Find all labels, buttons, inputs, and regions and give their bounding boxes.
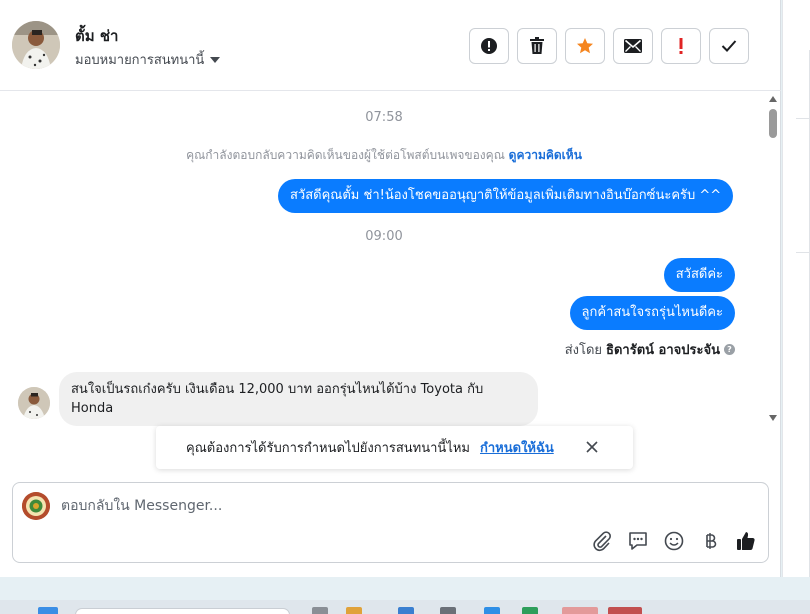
messenger-conversation-panel: ตั้ม ช่า มอบหมายการสนทนานี้ 07:58 คุณกำล… <box>0 0 781 577</box>
sent-by-line: ส่งโดย ธิดารัตน์ อาจประจัน ? <box>565 339 735 360</box>
help-icon[interactable]: ? <box>724 344 735 355</box>
taskbar-app-icon[interactable] <box>398 607 414 614</box>
outgoing-message: ลูกค้าสนใจรถรุ่นไหนดีคะ <box>569 296 735 330</box>
message-composer <box>12 482 769 563</box>
envelope-icon <box>624 39 642 53</box>
page-avatar <box>22 492 50 520</box>
divider <box>796 118 810 119</box>
notice-text: คุณกำลังตอบกลับความคิดเห็นของผู้ใช้ต่อโพ… <box>186 148 505 162</box>
assign-prompt-text: คุณต้องการได้รับการกำหนดไปยังการสนทนานี้… <box>186 441 470 456</box>
taskbar-app-icon[interactable] <box>440 607 456 614</box>
scroll-down-arrow-icon[interactable] <box>769 415 777 421</box>
scroll-thumb[interactable] <box>769 109 777 138</box>
timestamp: 09:00 <box>365 229 403 244</box>
caret-down-icon <box>210 56 221 63</box>
star-icon <box>577 38 593 54</box>
scroll-up-arrow-icon[interactable] <box>769 96 777 102</box>
taskbar-app-icon[interactable] <box>484 607 500 614</box>
close-icon[interactable] <box>585 440 599 454</box>
taskbar-app-icon[interactable] <box>312 607 328 614</box>
spam-button[interactable] <box>469 28 509 64</box>
baht-icon[interactable] <box>698 529 722 553</box>
outgoing-message: สวัสดีค่ะ <box>663 258 735 292</box>
timestamp: 07:58 <box>365 110 403 125</box>
like-icon[interactable] <box>734 529 758 553</box>
start-icon[interactable] <box>38 607 58 614</box>
saved-reply-icon[interactable] <box>626 529 650 553</box>
mark-unread-button[interactable] <box>613 28 653 64</box>
thread-scrollbar[interactable] <box>768 92 780 428</box>
incoming-message: สนใจเป็นรถเก๋งครับ เงินเดือน 12,000 บาท … <box>59 372 538 426</box>
taskbar-app-icon[interactable] <box>346 607 362 614</box>
assign-label: มอบหมายการสนทนานี้ <box>75 53 205 68</box>
contact-name[interactable]: ตั้ม ช่า <box>75 24 118 48</box>
taskbar-app-icon-active[interactable] <box>562 607 598 614</box>
adjacent-panel-edge <box>782 0 810 577</box>
contact-avatar[interactable] <box>12 21 60 69</box>
taskbar-search-box[interactable] <box>75 608 290 614</box>
taskbar-app-icon[interactable] <box>608 607 642 614</box>
contact-avatar-small <box>18 387 50 419</box>
assign-to-me-link[interactable]: กำหนดให้ฉัน <box>480 437 554 458</box>
trash-icon <box>530 37 544 54</box>
follow-up-button[interactable] <box>661 28 701 64</box>
divider <box>796 252 810 253</box>
paperclip-icon[interactable] <box>590 529 614 553</box>
delete-button[interactable] <box>517 28 557 64</box>
done-button[interactable] <box>709 28 749 64</box>
assign-to-me-prompt: คุณต้องการได้รับการกำหนดไปยังการสนทนานี้… <box>156 426 633 469</box>
conversation-header: ตั้ม ช่า มอบหมายการสนทนานี้ <box>0 0 781 91</box>
exclamation-icon <box>679 38 683 54</box>
reply-input[interactable] <box>61 495 661 517</box>
comment-reply-notice: คุณกำลังตอบกลับความคิดเห็นของผู้ใช้ต่อโพ… <box>0 146 768 165</box>
taskbar-app-icon[interactable] <box>522 607 538 614</box>
outgoing-message: สวัสดีคุณตั้ม ช่า!น้องโชคขออนุญาติให้ข้อ… <box>278 179 734 213</box>
sent-by-name: ธิดารัตน์ อาจประจัน <box>606 343 720 358</box>
check-icon <box>721 40 737 52</box>
star-button[interactable] <box>565 28 605 64</box>
emoji-icon[interactable] <box>662 529 686 553</box>
alert-circle-icon <box>481 38 497 54</box>
view-comment-link[interactable]: ดูความคิดเห็น <box>509 148 582 162</box>
sent-by-label: ส่งโดย <box>564 343 603 358</box>
assign-conversation-dropdown[interactable]: มอบหมายการสนทนานี้ <box>75 49 221 70</box>
